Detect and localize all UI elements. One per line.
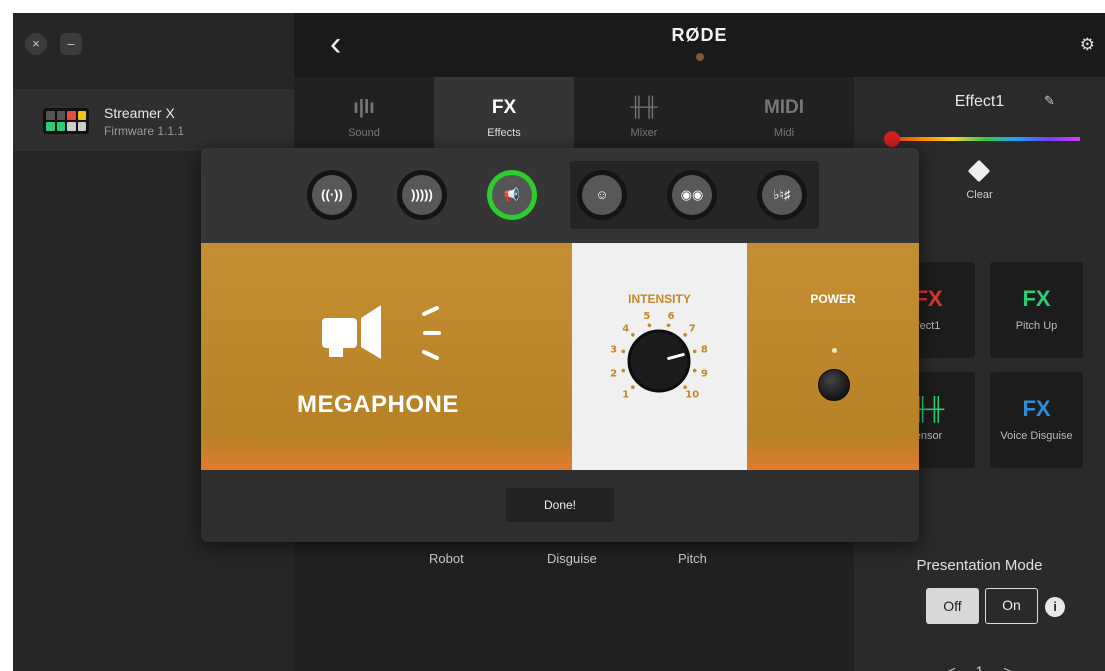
dial-tick (631, 333, 635, 337)
dial-number: 6 (668, 311, 675, 322)
dial-number: 9 (701, 369, 708, 380)
effect-panel: MEGAPHONE INTENSITY 1 2 3 4 5 6 7 8 9 10 POWER (201, 243, 919, 470)
pager-next-button[interactable]: > (1003, 663, 1011, 671)
close-window-button[interactable]: × (25, 33, 47, 55)
logo-dot (695, 53, 704, 61)
dial-number: 5 (643, 311, 650, 322)
robot-icon: ☺ (582, 175, 622, 215)
tab-label: Midi (773, 127, 795, 139)
intensity-dial[interactable]: 12345 678910 (572, 243, 747, 470)
presentation-on-button[interactable]: On (985, 588, 1038, 624)
effect-selector-bar: ((·)) ))))) 📢 ☺ ◉◉ ♭♮♯ (201, 148, 919, 244)
effect-label-pitch[interactable]: Pitch (678, 551, 707, 566)
fx-icon: FX (491, 97, 517, 118)
presentation-off-button[interactable]: Off (926, 588, 979, 624)
streamer-device-icon (43, 108, 89, 134)
power-led (832, 348, 837, 353)
top-bar: ‹ RØDE ⚙ (294, 13, 1105, 77)
dial-tick (631, 385, 635, 389)
tab-label: Effects (487, 127, 521, 139)
dial-tick (692, 349, 697, 354)
dial-number: 2 (610, 369, 617, 380)
info-icon[interactable]: i (1045, 597, 1065, 617)
done-button[interactable]: Done! (506, 488, 614, 522)
dial-tick (666, 323, 671, 328)
mixer-faders-icon: ╫╫ (630, 97, 658, 118)
power-section: POWER (747, 243, 919, 470)
effect-visual: MEGAPHONE (201, 243, 572, 470)
tile-icon: FX (1022, 286, 1051, 311)
reverb-effect-button[interactable]: ((·)) (307, 170, 357, 220)
color-slider[interactable] (890, 137, 1080, 141)
pager-page-number: 1 (975, 663, 984, 671)
effect-modal: ((·)) ))))) 📢 ☺ ◉◉ ♭♮♯ MEGAPHONE INTENSI… (201, 148, 919, 542)
dial-number: 8 (701, 344, 708, 355)
echo-effect-button[interactable]: ))))) (397, 170, 447, 220)
tab-effects[interactable]: FX Effects (434, 77, 574, 149)
tile-label: Pitch Up (1015, 320, 1058, 332)
effect-label-disguise[interactable]: Disguise (547, 551, 597, 566)
power-title: POWER (810, 292, 856, 306)
dial-tick (692, 368, 697, 373)
app-window: × – Streamer X Firmware 1.1.1 ‹ RØDE ⚙ ı… (13, 13, 1105, 671)
rode-logo: RØDE (671, 25, 728, 45)
color-slider-knob[interactable] (884, 131, 900, 147)
fx-tile-pitch-up[interactable]: FX Pitch Up (990, 262, 1083, 358)
megaphone-icon: 📢 (492, 175, 532, 215)
pager: < 1 > (854, 663, 1105, 671)
tab-midi[interactable]: MIDI Midi (714, 77, 854, 149)
eraser-icon[interactable] (967, 159, 991, 183)
effect-label-robot[interactable]: Robot (429, 551, 464, 566)
dial-number: 1 (622, 390, 629, 401)
tab-label: Mixer (630, 127, 658, 139)
dial-tick (683, 333, 687, 337)
dial-tick (647, 323, 652, 328)
tile-label: Voice Disguise (1000, 430, 1073, 442)
disguise-effect-button[interactable]: ◉◉ (667, 170, 717, 220)
midi-icon: MIDI (763, 97, 805, 118)
tile-icon: FX (1022, 396, 1051, 421)
fx-tile-voice-disguise[interactable]: FX Voice Disguise (990, 372, 1083, 468)
pager-prev-button[interactable]: < (948, 663, 956, 671)
tab-mixer[interactable]: ╫╫ Mixer (574, 77, 714, 149)
device-name: Streamer X (104, 105, 175, 121)
robot-effect-button[interactable]: ☺ (577, 170, 627, 220)
pitch-effect-button[interactable]: ♭♮♯ (757, 170, 807, 220)
disguise-icon: ◉◉ (672, 175, 712, 215)
dial-tick (621, 368, 626, 373)
megaphone-large-icon (322, 305, 441, 360)
power-button[interactable] (818, 369, 850, 401)
presentation-mode-title: Presentation Mode (916, 557, 1043, 574)
pitch-icon: ♭♮♯ (762, 175, 802, 215)
tab-label: Sound (348, 127, 380, 139)
reverb-icon: ((·)) (312, 175, 352, 215)
intensity-section: INTENSITY 1 2 3 4 5 6 7 8 9 10 (572, 243, 747, 470)
megaphone-effect-button[interactable]: 📢 (487, 170, 537, 220)
effect-title: MEGAPHONE (297, 391, 459, 418)
dial-tick (683, 385, 687, 389)
device-firmware: Firmware 1.1.1 (104, 124, 185, 138)
dial-number: 10 (685, 390, 699, 401)
dial-number: 3 (610, 344, 617, 355)
echo-icon: ))))) (402, 175, 442, 215)
dial-number: 4 (622, 323, 629, 334)
device-card[interactable]: Streamer X Firmware 1.1.1 (13, 89, 294, 151)
dial-knob (627, 329, 691, 393)
sound-waveform-icon: ı|lı (353, 97, 375, 118)
gear-icon[interactable]: ⚙ (1080, 35, 1095, 55)
tab-sound[interactable]: ı|lı Sound (294, 77, 434, 149)
dial-number: 7 (689, 323, 696, 334)
effect-name: Effect1 (954, 93, 1005, 110)
minimize-window-button[interactable]: – (60, 33, 82, 55)
dial-tick (621, 349, 626, 354)
edit-icon[interactable]: ✎ (1044, 93, 1055, 109)
